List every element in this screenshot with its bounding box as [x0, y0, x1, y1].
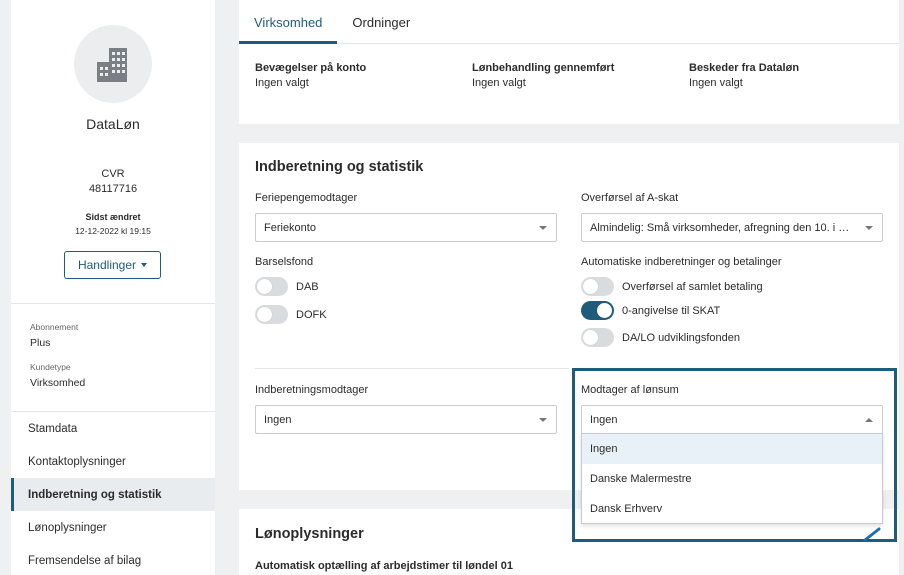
sidebar-item-lonoplysninger[interactable]: Lønoplysninger: [11, 511, 215, 544]
notification-value: Ingen valgt: [472, 77, 526, 89]
tab-virksomhed[interactable]: Virksomhed: [239, 0, 338, 44]
company-name: DataLøn: [86, 116, 140, 132]
salary-recipient-dropdown: Ingen Danske Malermestre Dansk Erhverv: [581, 433, 883, 524]
dropdown-option[interactable]: Danske Malermestre: [582, 464, 882, 494]
report-recipient-select[interactable]: Ingen: [255, 405, 557, 434]
askat-select[interactable]: Almindelig: Små virksomheder, afregning …: [581, 213, 883, 242]
toggle-switch[interactable]: [581, 301, 614, 320]
toggle-label: Overførsel af samlet betaling: [622, 280, 763, 293]
company-header: DataLøn CVR 48117716 Sidst ændret 12-12-…: [11, 0, 215, 304]
askat-label: Overførsel af A-skat: [581, 192, 679, 204]
customer-type-label: Kundetype: [30, 362, 71, 372]
reporting-title: Indberetning og statistik: [255, 159, 424, 175]
caret-down-icon: [539, 226, 547, 230]
toggle-dalo-fund[interactable]: DA/LO udviklingsfonden: [581, 328, 740, 347]
report-recipient-label: Indberetningsmodtager: [255, 384, 369, 396]
toggle-zero-declaration[interactable]: 0-angivelse til SKAT: [581, 301, 720, 320]
company-card: Virksomhed Ordninger Bevægelser på konto…: [239, 0, 899, 124]
salary-title: Lønoplysninger: [255, 526, 364, 542]
divider: [255, 368, 569, 369]
select-value: Almindelig: Små virksomheder, afregning …: [590, 221, 858, 234]
actions-button-label: Handlinger: [77, 258, 137, 272]
notification-title: Bevægelser på konto: [255, 62, 367, 74]
toggle-switch[interactable]: [581, 277, 614, 296]
toggle-dab[interactable]: DAB: [255, 277, 319, 296]
holiday-recipient-select[interactable]: Feriekonto: [255, 213, 557, 242]
select-value: Feriekonto: [264, 221, 316, 234]
last-changed-value: 12-12-2022 kl 19:15: [75, 226, 151, 236]
maternity-fund-label: Barselsfond: [255, 256, 314, 268]
actions-button[interactable]: Handlinger: [64, 251, 161, 279]
caret-down-icon: [141, 263, 148, 267]
tab-ordninger[interactable]: Ordninger: [337, 0, 425, 44]
cvr-value: 48117716: [88, 183, 138, 195]
sidebar-nav: Stamdata Kontaktoplysninger Indberetning…: [11, 412, 215, 575]
sidebar-item-indberetning[interactable]: Indberetning og statistik: [11, 478, 215, 511]
notification-value: Ingen valgt: [689, 77, 743, 89]
subscription-value: Plus: [30, 337, 51, 349]
caret-down-icon: [539, 418, 547, 422]
toggle-label: DAB: [296, 280, 319, 293]
toggle-total-payment[interactable]: Overførsel af samlet betaling: [581, 277, 763, 296]
subscription-label: Abonnement: [30, 322, 79, 332]
company-avatar: [74, 25, 152, 103]
cvr-label: CVR: [101, 168, 125, 180]
toggle-label: DOFK: [296, 308, 327, 321]
toggle-switch[interactable]: [255, 305, 288, 324]
dropdown-option[interactable]: Dansk Erhverv: [582, 494, 882, 524]
sidebar-item-stamdata[interactable]: Stamdata: [11, 412, 215, 445]
toggle-switch[interactable]: [255, 277, 288, 296]
toggle-label: DA/LO udviklingsfonden: [622, 331, 741, 344]
building-icon: [97, 48, 127, 82]
notification-messages: Beskeder fra Dataløn Ingen valgt: [689, 62, 799, 89]
toggle-switch[interactable]: [581, 328, 614, 347]
sidebar: DataLøn CVR 48117716 Sidst ændret 12-12-…: [11, 0, 215, 575]
auto-reporting-label: Automatiske indberetninger og betalinger: [581, 256, 782, 268]
salary-subtitle: Automatisk optælling af arbejdstimer til…: [255, 560, 513, 572]
sidebar-item-kontaktoplysninger[interactable]: Kontaktoplysninger: [11, 445, 215, 478]
toggle-label: 0-angivelse til SKAT: [622, 304, 721, 317]
notification-payroll: Lønbehandling gennemført Ingen valgt: [472, 62, 614, 89]
notification-title: Beskeder fra Dataløn: [689, 62, 800, 74]
edit-pencil-icon[interactable]: [862, 526, 882, 542]
notification-title: Lønbehandling gennemført: [472, 62, 615, 74]
holiday-recipient-label: Feriepengemodtager: [255, 192, 358, 204]
dropdown-option[interactable]: Ingen: [582, 434, 882, 464]
tab-bar: Virksomhed Ordninger: [239, 0, 899, 44]
customer-type-value: Virksomhed: [30, 377, 86, 389]
notification-value: Ingen valgt: [255, 77, 309, 89]
sidebar-item-fremsendelse[interactable]: Fremsendelse af bilag: [11, 544, 215, 575]
notification-account: Bevægelser på konto Ingen valgt: [255, 62, 366, 89]
account-meta: Abonnement Plus Kundetype Virksomhed: [11, 304, 215, 412]
last-changed-label: Sidst ændret: [85, 212, 141, 222]
toggle-dofk[interactable]: DOFK: [255, 305, 327, 324]
caret-down-icon: [865, 226, 873, 230]
select-value: Ingen: [264, 413, 292, 426]
